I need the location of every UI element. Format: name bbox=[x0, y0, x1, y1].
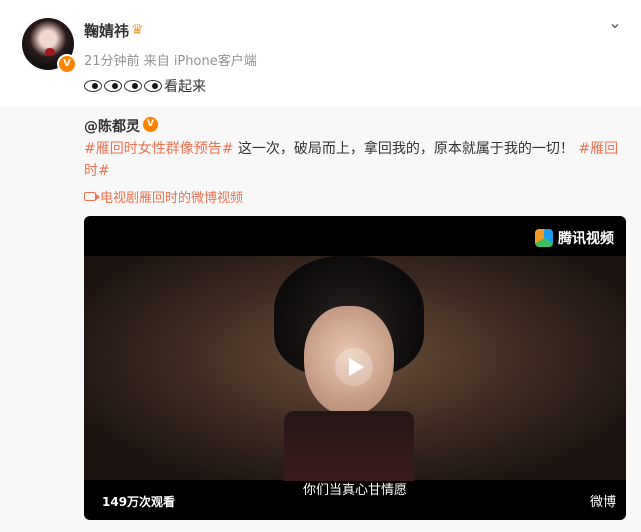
tencent-video-logo: 腾讯视频 bbox=[535, 228, 614, 248]
chevron-down-icon[interactable]: ⌄ bbox=[606, 14, 624, 32]
post-source: 来自 iPhone客户端 bbox=[143, 54, 257, 69]
post-header: V 鞠婧祎 ♛ 21分钟前 来自 iPhone客户端 ⌄ 看起来 bbox=[0, 0, 641, 106]
post-text-body: 看起来 bbox=[164, 79, 206, 95]
watermark: 微博 bbox=[589, 495, 616, 510]
tencent-video-icon bbox=[535, 229, 553, 247]
post-meta: 21分钟前 来自 iPhone客户端 bbox=[84, 50, 257, 69]
video-link-label: 电视剧雁回时的微博视频 bbox=[100, 191, 244, 206]
play-icon[interactable] bbox=[335, 348, 373, 386]
avatar-detail bbox=[45, 48, 55, 56]
repost-body: 这一次，破局而上，拿回我的，原本就属于我的一切！ bbox=[233, 141, 574, 157]
eyes-emoji bbox=[124, 80, 162, 92]
repost-card: @陈都灵 V #雁回时女性群像预告# 这一次，破局而上，拿回我的，原本就属于我的… bbox=[0, 106, 641, 532]
username[interactable]: 鞠婧祎 bbox=[84, 20, 129, 41]
post-time[interactable]: 21分钟前 bbox=[84, 54, 140, 69]
crown-icon: ♛ bbox=[131, 22, 144, 38]
repost-text: #雁回时女性群像预告# 这一次，破局而上，拿回我的，原本就属于我的一切！ #雁回… bbox=[84, 138, 624, 182]
video-link[interactable]: 电视剧雁回时的微博视频 bbox=[84, 187, 243, 206]
video-figure bbox=[284, 411, 414, 481]
hashtag-link[interactable]: #雁回时女性群像预告# bbox=[84, 141, 233, 157]
verified-icon: V bbox=[143, 117, 158, 132]
verified-icon: V bbox=[57, 54, 77, 74]
eyes-emoji bbox=[84, 80, 122, 92]
post-text: 看起来 bbox=[84, 76, 206, 96]
video-icon bbox=[84, 192, 100, 201]
view-count: 149万次观看 bbox=[102, 495, 176, 509]
repost-author[interactable]: @陈都灵 bbox=[84, 116, 140, 136]
tencent-video-label: 腾讯视频 bbox=[558, 231, 614, 247]
video-player[interactable]: 腾讯视频 你们当真心甘情愿 149万次观看 微博 bbox=[84, 216, 626, 520]
